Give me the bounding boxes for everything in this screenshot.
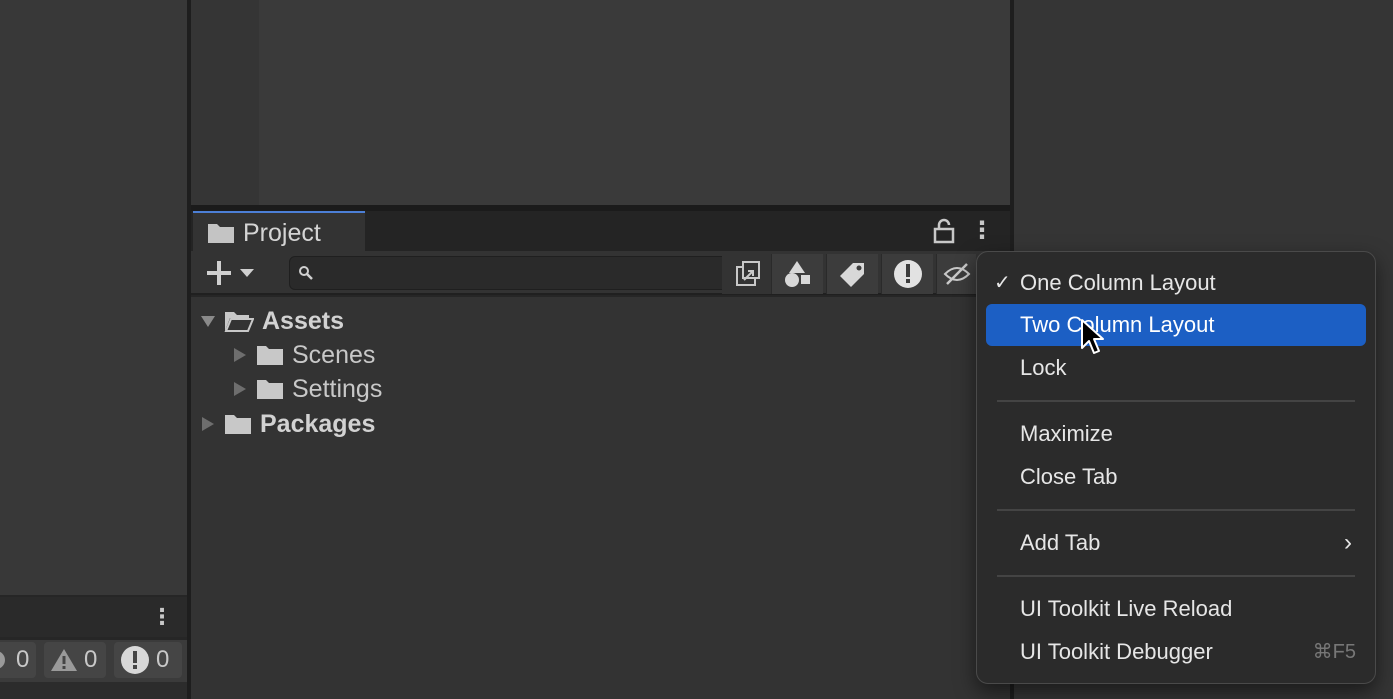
scene-viewport[interactable] xyxy=(259,0,1010,205)
tab-project[interactable]: Project xyxy=(193,211,365,253)
shapes-icon xyxy=(784,261,810,287)
console-footer xyxy=(0,682,187,699)
warning-count-chip[interactable]: 0 xyxy=(44,642,106,678)
menu-item-two-column-layout[interactable]: Two Column Layout xyxy=(986,304,1366,346)
tree-item-label: Assets xyxy=(262,306,344,335)
tab-project-label: Project xyxy=(243,218,321,247)
error-icon xyxy=(121,646,149,674)
tree-item-packages[interactable]: Packages xyxy=(200,408,375,440)
shortcut-label: ⌘F5 xyxy=(1312,641,1356,663)
menu-item-label: Maximize xyxy=(1020,421,1113,446)
log-icon xyxy=(0,651,5,669)
warning-count: 0 xyxy=(84,646,98,673)
filter-by-type-button[interactable] xyxy=(771,254,823,294)
menu-item-ui-toolkit-live-reload[interactable]: UI Toolkit Live Reload xyxy=(986,588,1366,630)
menu-item-label: Lock xyxy=(1020,355,1067,380)
create-button[interactable] xyxy=(200,255,264,291)
collapsed-arrow-icon[interactable] xyxy=(232,347,248,363)
filter-by-log-type-button[interactable] xyxy=(881,254,933,294)
menu-separator xyxy=(997,575,1355,577)
console-more-icon[interactable]: ⋮ xyxy=(151,604,173,630)
folder-icon xyxy=(208,224,234,243)
chevron-right-icon: › xyxy=(1344,529,1352,556)
tree-item-scenes[interactable]: Scenes xyxy=(232,339,375,371)
menu-item-add-tab[interactable]: Add Tab › xyxy=(986,522,1366,564)
filter-by-label-button[interactable] xyxy=(826,254,878,294)
search-by-type-button[interactable] xyxy=(722,254,774,294)
tree-item-label: Scenes xyxy=(292,340,376,369)
log-count: 0 xyxy=(16,646,30,673)
folder-icon xyxy=(257,380,283,399)
hidden-packages-button[interactable] xyxy=(936,254,976,294)
checkmark-icon: ✓ xyxy=(994,272,1011,294)
menu-separator xyxy=(997,509,1355,511)
warning-icon xyxy=(51,649,77,671)
menu-item-maximize[interactable]: Maximize xyxy=(986,413,1366,455)
tab-more-icon[interactable]: ⋮ xyxy=(970,215,994,247)
menu-item-ui-toolkit-debugger[interactable]: UI Toolkit Debugger ⌘F5 xyxy=(986,631,1366,673)
menu-item-close-tab[interactable]: Close Tab xyxy=(986,456,1366,498)
hierarchy-panel xyxy=(0,0,187,595)
expanded-arrow-icon[interactable] xyxy=(200,313,216,329)
search-input[interactable] xyxy=(314,259,724,287)
eye-hidden-icon xyxy=(943,263,970,285)
tree-item-assets[interactable]: Assets xyxy=(200,305,344,337)
tree-item-settings[interactable]: Settings xyxy=(232,373,382,405)
menu-separator xyxy=(997,400,1355,402)
menu-item-label: Close Tab xyxy=(1020,464,1118,489)
error-count-chip[interactable]: 0 xyxy=(114,642,182,678)
folder-open-icon xyxy=(224,312,254,332)
menu-item-label: Add Tab xyxy=(1020,530,1101,555)
folder-icon xyxy=(257,346,283,365)
menu-item-label: UI Toolkit Live Reload xyxy=(1020,596,1233,621)
search-box[interactable] xyxy=(289,256,729,290)
chevron-down-icon xyxy=(240,269,254,277)
tree-item-label: Settings xyxy=(292,374,383,403)
search-scope-icon xyxy=(736,261,760,286)
lock-icon[interactable] xyxy=(930,217,958,245)
tree-item-label: Packages xyxy=(260,409,376,438)
exclamation-icon xyxy=(893,260,922,288)
tag-icon xyxy=(839,263,864,287)
collapsed-arrow-icon[interactable] xyxy=(200,416,216,432)
menu-item-lock[interactable]: Lock xyxy=(986,347,1366,389)
plus-icon xyxy=(207,261,231,285)
error-count: 0 xyxy=(156,646,170,673)
folder-icon xyxy=(225,415,251,434)
log-count-chip[interactable]: 0 xyxy=(0,642,36,678)
menu-item-label: Two Column Layout xyxy=(1020,312,1215,337)
search-icon xyxy=(299,266,313,280)
collapsed-arrow-icon[interactable] xyxy=(232,381,248,397)
context-menu: ✓ One Column Layout Two Column Layout Lo… xyxy=(976,251,1376,684)
mouse-cursor-icon xyxy=(1081,319,1104,354)
menu-item-label: UI Toolkit Debugger xyxy=(1020,639,1213,664)
menu-item-one-column-layout[interactable]: ✓ One Column Layout xyxy=(986,262,1366,304)
menu-item-label: One Column Layout xyxy=(1020,270,1216,295)
